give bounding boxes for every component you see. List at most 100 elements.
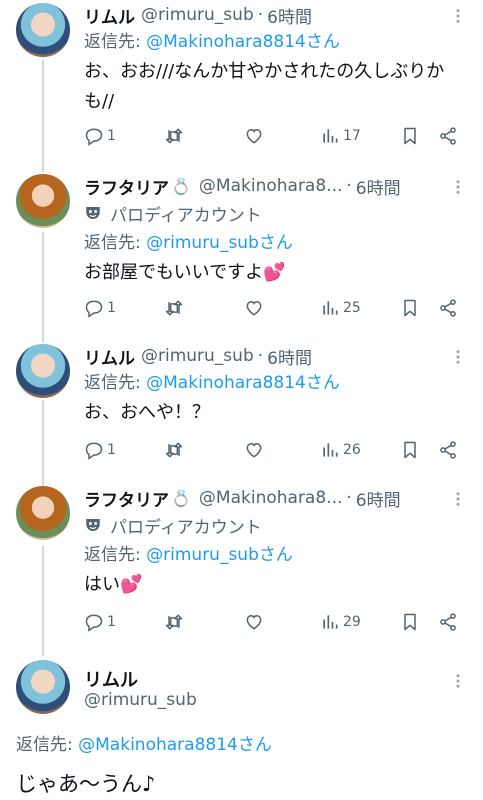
display-name[interactable]: ラフタリア — [84, 486, 169, 511]
bookmark-icon — [404, 441, 416, 459]
bookmark-button[interactable] — [400, 298, 420, 318]
avatar[interactable] — [16, 344, 70, 398]
avatar[interactable] — [16, 174, 70, 228]
timestamp[interactable]: 6時間 — [356, 174, 401, 199]
user-handle[interactable]: @Makinohara8... — [199, 176, 342, 196]
tweet-text: じゃあ〜うん♪ — [16, 772, 156, 796]
reply-count: 1 — [107, 442, 116, 458]
reply-mention[interactable]: @Makinohara8814さん — [78, 735, 272, 755]
bookmark-button[interactable] — [400, 612, 420, 632]
view-count: 25 — [343, 300, 361, 316]
views-button[interactable]: 25 — [320, 298, 361, 318]
reply-icon — [85, 442, 103, 460]
parody-text: パロディアカウント — [110, 517, 262, 538]
avatar[interactable] — [16, 660, 70, 714]
reply-mention[interactable]: @rimuru_subさん — [146, 233, 293, 253]
share-icon — [440, 127, 456, 145]
share-icon — [440, 299, 456, 317]
reply-count: 1 — [107, 614, 116, 630]
bookmark-button[interactable] — [400, 126, 420, 146]
reply-button[interactable]: 1 — [84, 612, 116, 632]
share-icon — [440, 441, 456, 459]
reply-button[interactable]: 1 — [84, 126, 116, 146]
views-icon — [323, 301, 338, 315]
reply-mention[interactable]: @Makinohara8814さん — [146, 373, 340, 393]
reply-icon — [85, 614, 103, 632]
reply-to: 返信先: @Makinohara8814さん — [16, 730, 272, 755]
share-button[interactable] — [438, 298, 458, 318]
separator-dot: · — [346, 176, 352, 196]
like-button[interactable] — [244, 298, 264, 318]
user-handle[interactable]: @rimuru_sub — [141, 346, 254, 366]
more-icon[interactable] — [449, 672, 467, 690]
share-button[interactable] — [438, 612, 458, 632]
retweet-icon — [165, 442, 183, 458]
view-count: 17 — [343, 128, 361, 144]
user-handle[interactable]: @rimuru_sub — [141, 5, 254, 25]
retweet-button[interactable] — [164, 440, 184, 460]
timestamp[interactable]: 6時間 — [267, 3, 312, 28]
like-button[interactable] — [244, 440, 264, 460]
more-icon[interactable] — [449, 348, 467, 366]
like-button[interactable] — [244, 612, 264, 632]
user-handle[interactable]: @Makinohara8... — [199, 488, 342, 508]
more-icon[interactable] — [449, 178, 467, 196]
like-button[interactable] — [244, 126, 264, 146]
separator-dot: · — [346, 488, 352, 508]
reply-button[interactable]: 1 — [84, 298, 116, 318]
parody-mask-icon — [86, 207, 100, 219]
tweet-content: ラフタリア 💍 @Makinohara8... · 6時間 パロディアカウント … — [84, 486, 467, 600]
action-bar: 1 25 — [84, 296, 467, 320]
reply-mention[interactable]: @rimuru_subさん — [146, 545, 293, 565]
tweet-content: ラフタリア 💍 @Makinohara8... · 6時間 パロディアカウント … — [84, 174, 467, 288]
views-button[interactable]: 17 — [320, 126, 361, 146]
more-icon[interactable] — [449, 490, 467, 508]
bookmark-icon — [404, 127, 416, 145]
reply-count: 1 — [107, 300, 116, 316]
timestamp[interactable]: 6時間 — [356, 486, 401, 511]
more-icon[interactable] — [449, 7, 467, 25]
view-count: 29 — [343, 614, 361, 630]
tweet-header: ラフタリア 💍 @Makinohara8... · 6時間 — [84, 486, 467, 511]
bookmark-icon — [404, 613, 416, 631]
bookmark-button[interactable] — [400, 440, 420, 460]
separator-dot: · — [257, 346, 264, 366]
reply-to: 返信先: @Makinohara8814さん — [84, 368, 467, 398]
timestamp[interactable]: 6時間 — [267, 344, 312, 369]
reply-label: 返信先: — [84, 545, 147, 565]
reply-to: 返信先: @rimuru_subさん — [84, 228, 467, 258]
views-button[interactable]: 26 — [320, 440, 361, 460]
display-name[interactable]: リムル — [84, 3, 135, 28]
tweet-header: ラフタリア 💍 @Makinohara8... · 6時間 — [84, 174, 467, 199]
like-icon — [246, 128, 262, 144]
like-icon — [246, 442, 262, 458]
parody-label: パロディアカウント — [84, 510, 467, 540]
avatar[interactable] — [16, 3, 70, 57]
retweet-button[interactable] — [164, 612, 184, 632]
views-icon — [323, 443, 338, 457]
tweet-content: リムル @rimuru_sub · 6時間 返信先: @Makinohara88… — [84, 3, 467, 117]
like-icon — [246, 614, 262, 630]
reply-button[interactable]: 1 — [84, 440, 116, 460]
views-button[interactable]: 29 — [320, 612, 361, 632]
retweet-button[interactable] — [164, 126, 184, 146]
reply-label: 返信先: — [84, 233, 147, 253]
reply-icon — [85, 300, 103, 318]
share-button[interactable] — [438, 126, 458, 146]
display-name[interactable]: ラフタリア — [84, 174, 169, 199]
display-name[interactable]: リムル — [84, 344, 135, 369]
tweet-text: はい💕 — [84, 574, 143, 595]
reply-mention[interactable]: @Makinohara8814さん — [146, 32, 340, 52]
reply-label: 返信先: — [16, 735, 79, 755]
views-icon — [323, 129, 338, 143]
ring-emoji: 💍 — [171, 176, 191, 196]
tweet-text: お部屋でもいいですよ💕 — [84, 262, 286, 283]
parody-mask-icon — [86, 519, 100, 531]
user-handle[interactable]: @rimuru_sub — [84, 690, 197, 710]
retweet-button[interactable] — [164, 298, 184, 318]
share-button[interactable] — [438, 440, 458, 460]
avatar[interactable] — [16, 486, 70, 540]
retweet-icon — [165, 128, 183, 144]
display-name[interactable]: リムル — [84, 666, 138, 692]
retweet-icon — [165, 300, 183, 316]
